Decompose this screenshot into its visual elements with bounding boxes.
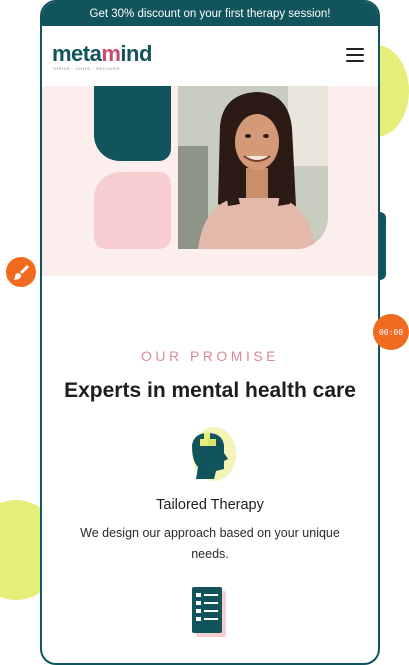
decorative-tile-pink [94,172,171,249]
brand-logo[interactable]: metamind THRIVE · UNITE · RECOVER [52,43,152,72]
menu-line [346,54,364,56]
logo-word-end: ind [120,41,152,66]
paintbrush-fab[interactable] [4,255,38,289]
logo-wordmark: metamind [52,43,152,65]
hamburger-icon[interactable] [346,48,364,62]
promo-banner[interactable]: Get 30% discount on your first therapy s… [42,2,378,26]
checklist-icon [192,587,226,637]
section-eyebrow: OUR PROMISE [140,348,280,364]
feature-title: Tailored Therapy [156,497,264,513]
promise-section: OUR PROMISE Experts in mental health car… [42,348,378,639]
hero-photo [178,86,328,249]
phone-frame: Get 30% discount on your first therapy s… [40,0,380,665]
woman-photo-illustration [178,86,328,249]
section-headline: Experts in mental health care [64,379,356,402]
menu-line [346,48,364,50]
logo-tagline: THRIVE · UNITE · RECOVER [52,66,120,71]
feature-icon-container [180,425,240,485]
menu-line [346,60,364,62]
hero-section [42,86,378,276]
screenshot-stage: Get 30% discount on your first therapy s… [0,0,409,665]
logo-word-start: meta [52,41,102,66]
head-puzzle-icon [192,433,228,479]
next-feature-icon-container [190,587,230,639]
feature-description: We design our approach based on your uni… [80,526,340,561]
decorative-tile-teal [94,86,171,161]
timer-fab[interactable]: 00:00 [373,314,409,350]
logo-word-accent: m [101,41,121,66]
top-nav: metamind THRIVE · UNITE · RECOVER [42,26,378,86]
paintbrush-icon [13,265,29,280]
